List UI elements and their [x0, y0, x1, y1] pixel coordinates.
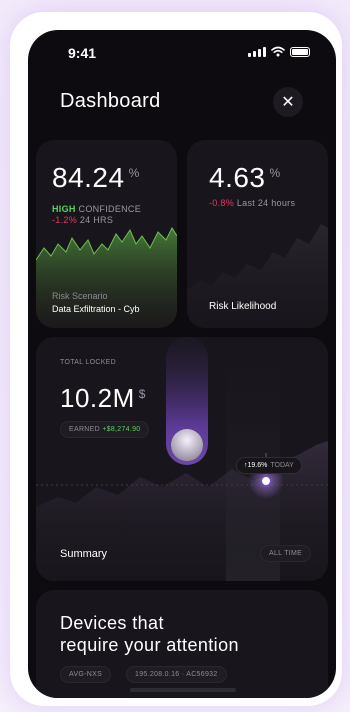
summary-tooltip: ↑19.6% TODAY — [236, 457, 302, 474]
system-icons — [248, 46, 310, 57]
page-title: Dashboard — [60, 90, 161, 112]
status-bar: 9:41 — [28, 30, 336, 74]
likelihood-delta: -0.8% Last 24 hours — [209, 198, 296, 208]
likelihood-value: 4.63% — [209, 162, 281, 193]
confidence-card[interactable]: 84.24% HIGH CONFIDENCE -1.2% 24 HRS Risk… — [36, 140, 177, 328]
device-address: 195.208.0.16 · AC56932 — [126, 666, 227, 683]
confidence-level: HIGH CONFIDENCE — [52, 204, 142, 214]
summary-title: Summary — [60, 548, 108, 560]
all-time-button[interactable]: ALL TIME — [260, 545, 312, 562]
wifi-icon — [271, 46, 285, 57]
device-tag[interactable]: AVG-NXS — [60, 666, 112, 683]
earned-chip: EARNED +$8,274.90 — [60, 421, 150, 438]
scenario-label: Risk Scenario — [52, 291, 108, 301]
risk-likelihood-card[interactable]: 4.63% -0.8% Last 24 hours Risk Likelihoo… — [187, 140, 328, 328]
home-indicator[interactable] — [130, 688, 236, 692]
signal-icon — [248, 46, 266, 57]
total-locked-label: TOTAL LOCKED — [60, 359, 116, 366]
scenario-value: Data Exfiltration - Cyb — [52, 304, 140, 314]
close-button[interactable]: ✕ — [273, 87, 303, 117]
likelihood-title: Risk Likelihood — [209, 301, 277, 312]
status-time: 9:41 — [68, 45, 97, 61]
total-locked-value: 10.2M $ — [60, 383, 146, 413]
confidence-delta: -1.2% 24 HRS — [52, 215, 114, 225]
confidence-value: 84.24% — [52, 162, 140, 193]
devices-heading: Devices that require your attention — [60, 613, 239, 655]
summary-card[interactable]: TOTAL LOCKED 10.2M $ EARNED +$8,274.90 ↑1… — [36, 337, 328, 581]
close-icon: ✕ — [281, 94, 295, 111]
battery-icon — [290, 46, 310, 57]
phone-screen: 9:41 Dashboard ✕ 84.24 % HIGH CONFIDENCE… — [28, 30, 336, 698]
